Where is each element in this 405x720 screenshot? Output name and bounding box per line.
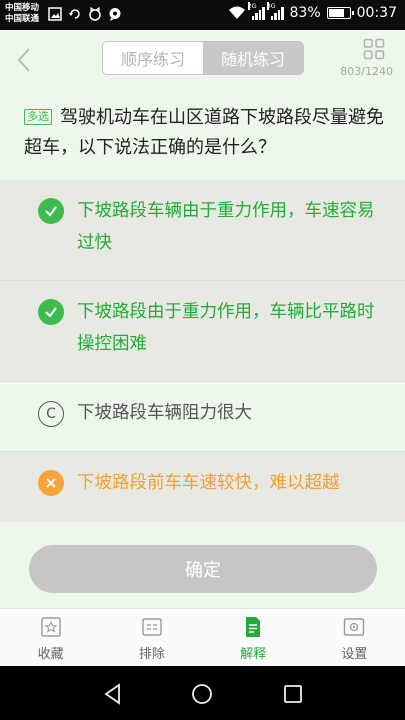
nav-explain[interactable]: 解释 — [203, 609, 304, 666]
battery-fill — [328, 9, 345, 17]
option-c-icon: C — [38, 401, 64, 427]
clock: 00:37 — [356, 5, 397, 21]
battery-icon — [326, 7, 354, 19]
explain-icon — [246, 617, 261, 637]
recents-square-icon[interactable] — [282, 683, 304, 705]
image-icon — [48, 7, 62, 21]
option-c-letter: C — [46, 406, 56, 422]
header: 顺序练习 随机练习 803/1240 — [0, 30, 405, 90]
network-type-2: 3G — [266, 2, 276, 10]
bottom-nav: 收藏 排除 解释 设置 — [0, 608, 405, 666]
question-block: 多选 驾驶机动车在山区道路下坡路段尽量避免超车，以下说法正确的是什么？ — [24, 103, 384, 163]
option-b-text: 下坡路段由于重力作用，车辆比平路时操控困难 — [77, 302, 375, 354]
multi-choice-tag: 多选 — [24, 109, 52, 125]
status-bar: 中国移动 中国联通 2G 3G 83% 00:37 — [0, 0, 405, 30]
nav-settings-label: 设置 — [341, 647, 368, 662]
system-nav-bar — [0, 666, 405, 720]
option-b[interactable]: 下坡路段由于重力作用，车辆比平路时操控困难 — [0, 281, 405, 382]
practice-mode-switch: 顺序练习 随机练习 — [102, 41, 304, 75]
nav-settings[interactable]: 设置 — [304, 609, 405, 666]
signal-2-icon: 3G — [266, 2, 284, 20]
battery-percent: 83% — [289, 5, 321, 21]
sync-icon — [69, 9, 80, 19]
question-grid-icon[interactable] — [363, 38, 385, 60]
confirm-button[interactable]: 确定 — [29, 545, 377, 593]
cross-icon — [38, 470, 64, 496]
back-arrow-icon[interactable] — [14, 46, 34, 74]
check-icon — [38, 198, 64, 224]
nav-favorite[interactable]: 收藏 — [0, 609, 101, 666]
notification-icons — [48, 7, 122, 21]
option-c[interactable]: C 下坡路段车辆阻力很大 — [0, 382, 405, 452]
nav-exclude[interactable]: 排除 — [101, 609, 202, 666]
nav-exclude-label: 排除 — [138, 647, 165, 662]
chat-icon — [109, 8, 121, 21]
option-d-text: 下坡路段前车车速较快，难以超越 — [77, 473, 340, 493]
network-type-1: 2G — [247, 2, 257, 10]
tab-random-practice[interactable]: 随机练习 — [203, 42, 303, 74]
star-icon — [40, 617, 61, 637]
back-triangle-icon[interactable] — [102, 683, 124, 705]
confirm-area: 确定 — [0, 522, 405, 608]
option-c-text: 下坡路段车辆阻力很大 — [77, 403, 252, 423]
question-progress: 803/1240 — [340, 65, 393, 78]
exclude-icon — [142, 618, 162, 636]
cat-icon — [89, 7, 101, 21]
carrier-1: 中国移动 — [5, 3, 40, 13]
signal-1-icon: 2G — [247, 2, 265, 20]
tab-sequential-practice[interactable]: 顺序练习 — [103, 42, 203, 74]
answer-options: 下坡路段车辆由于重力作用，车速容易过快 下坡路段由于重力作用，车辆比平路时操控困… — [0, 180, 405, 522]
settings-icon — [344, 618, 365, 636]
carrier-labels: 中国移动 中国联通 — [5, 3, 39, 25]
wifi-icon — [228, 6, 245, 19]
carrier-2: 中国联通 — [5, 14, 40, 24]
option-a[interactable]: 下坡路段车辆由于重力作用，车速容易过快 — [0, 180, 405, 281]
option-d[interactable]: 下坡路段前车车速较快，难以超越 — [0, 452, 405, 522]
home-circle-icon[interactable] — [191, 683, 213, 705]
status-right: 2G 3G 83% 00:37 — [228, 2, 397, 21]
option-a-text: 下坡路段车辆由于重力作用，车速容易过快 — [77, 201, 375, 253]
nav-favorite-label: 收藏 — [37, 647, 64, 662]
check-icon — [38, 299, 64, 325]
question-text: 驾驶机动车在山区道路下坡路段尽量避免超车，以下说法正确的是什么？ — [24, 107, 384, 158]
nav-explain-label: 解释 — [240, 647, 267, 662]
